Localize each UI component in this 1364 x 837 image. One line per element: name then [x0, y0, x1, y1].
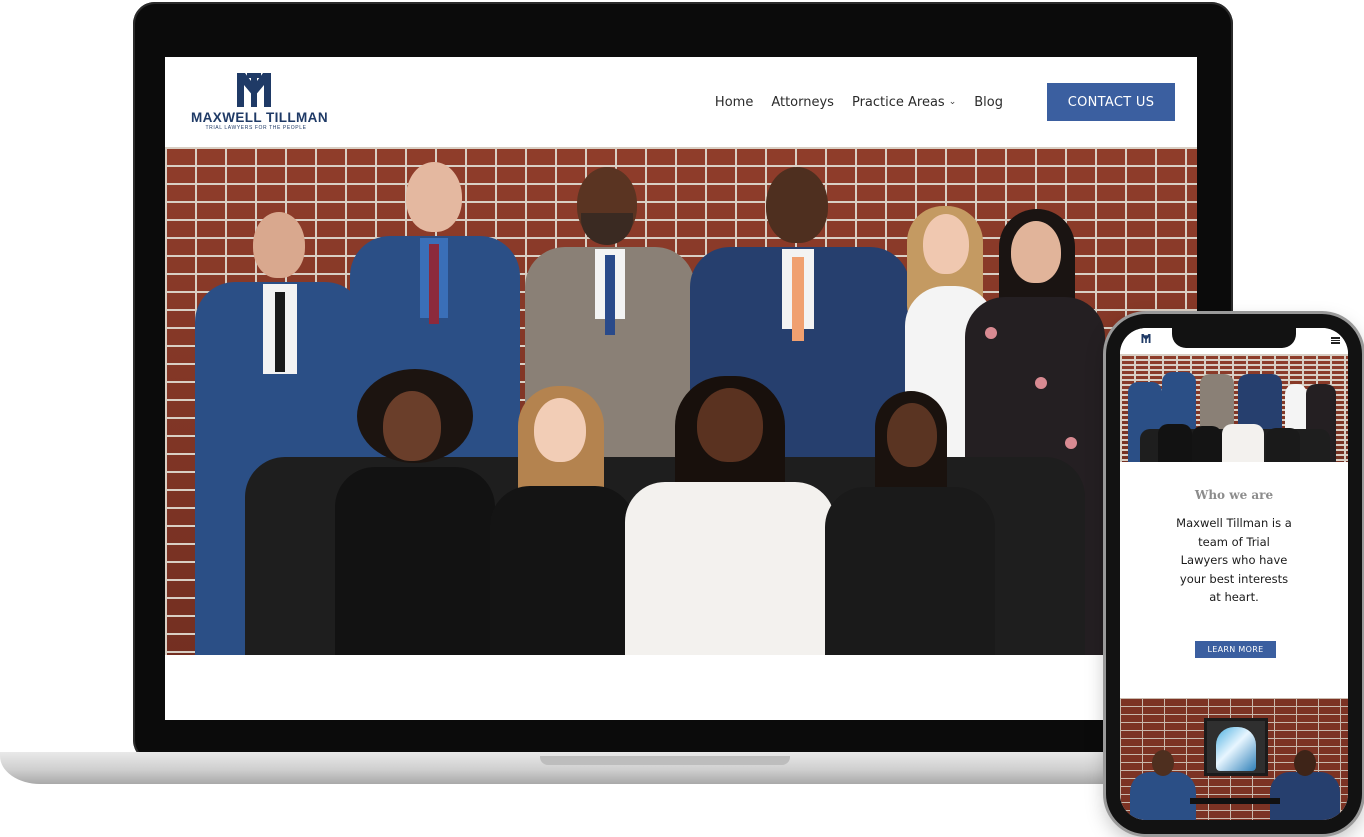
person-front-4: [825, 391, 995, 655]
contact-us-button[interactable]: CONTACT US: [1047, 83, 1175, 121]
phone-site-logo[interactable]: [1128, 334, 1164, 344]
laptop-hinge-notch: [540, 756, 790, 765]
hero-bottom-spacer: [165, 655, 1197, 720]
nav-practice-areas[interactable]: Practice Areas ⌄: [852, 95, 956, 110]
nav-home[interactable]: Home: [715, 95, 753, 110]
nav-attorneys[interactable]: Attorneys: [771, 95, 834, 110]
person-front-2: [490, 386, 635, 655]
logo-tagline: TRIAL LAWYERS FOR THE PEOPLE: [205, 125, 307, 131]
nav-attorneys-label: Attorneys: [771, 94, 834, 110]
hero-team-photo: [165, 147, 1197, 655]
main-nav: Home Attorneys Practice Areas ⌄ Blog CONT…: [715, 83, 1175, 121]
logo-name: MAXWELL TILLMAN: [191, 110, 328, 125]
person-front-1: [335, 369, 495, 655]
phone-office-photo: [1120, 698, 1348, 820]
device-mockup: MAXWELL TILLMAN TRIAL LAWYERS FOR THE PE…: [0, 0, 1364, 837]
site-header: MAXWELL TILLMAN TRIAL LAWYERS FOR THE PE…: [165, 57, 1197, 147]
nav-blog[interactable]: Blog: [974, 95, 1003, 110]
nav-practice-areas-label: Practice Areas: [851, 94, 945, 110]
learn-more-button[interactable]: LEARN MORE: [1195, 641, 1276, 658]
mt-monogram-icon: [237, 73, 271, 107]
mt-monogram-icon: [1141, 334, 1151, 343]
person-front-3: [625, 376, 835, 655]
chevron-down-icon: ⌄: [948, 97, 957, 107]
nav-home-label: Home: [714, 94, 754, 110]
who-we-are-text: Maxwell Tillman is a team of Trial Lawye…: [1176, 516, 1292, 604]
phone-screen: Who we are Maxwell Tillman is a team of …: [1120, 328, 1348, 820]
nav-blog-label: Blog: [974, 94, 1003, 110]
phone-frame: Who we are Maxwell Tillman is a team of …: [1106, 314, 1362, 834]
who-we-are-heading: Who we are: [1194, 488, 1274, 502]
phone-notch: [1172, 328, 1296, 348]
hamburger-menu-icon[interactable]: [1331, 337, 1340, 344]
phone-hero-team-photo: [1120, 354, 1348, 462]
laptop-screen: MAXWELL TILLMAN TRIAL LAWYERS FOR THE PE…: [165, 57, 1197, 720]
site-logo[interactable]: MAXWELL TILLMAN TRIAL LAWYERS FOR THE PE…: [191, 73, 328, 133]
wall-painting: [1204, 718, 1268, 776]
